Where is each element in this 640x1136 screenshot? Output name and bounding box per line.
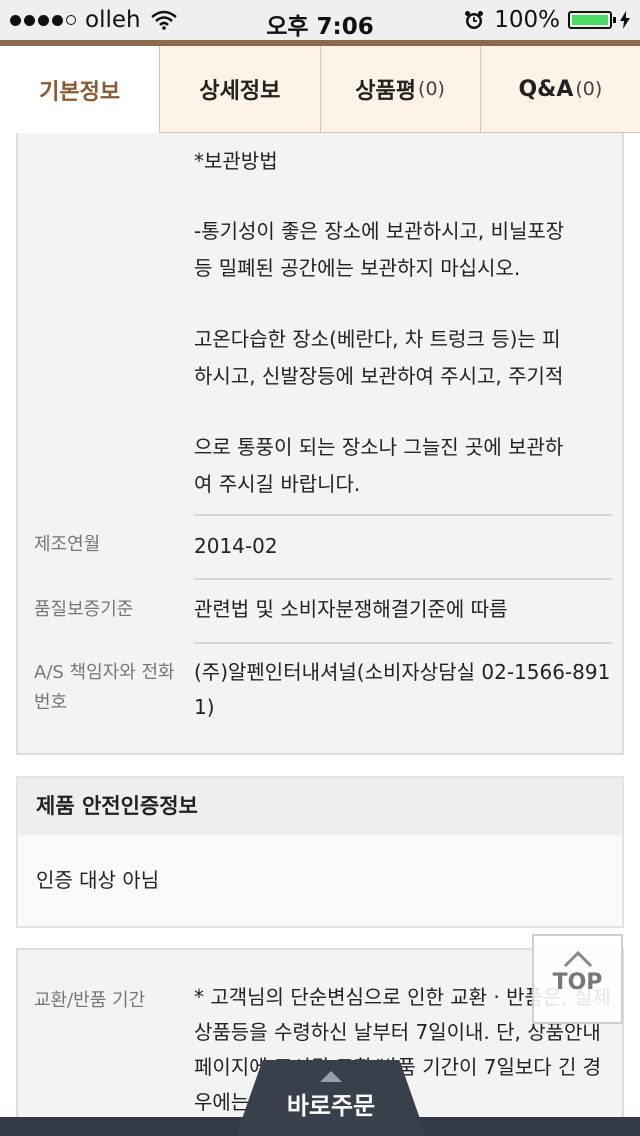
row-label: 품질보증기준 (34, 599, 134, 620)
row-divider (194, 642, 612, 644)
tab-label: Q&A (518, 76, 574, 102)
scroll-top-button[interactable]: TOP (532, 934, 623, 1024)
battery-tip (613, 17, 616, 23)
battery-icon (568, 11, 616, 29)
storage-line: 등 밀폐된 공간에는 보관하지 마십시오. (194, 256, 521, 280)
status-bar: olleh 오후 7:06 100% (0, 0, 640, 40)
safety-cert-value: 인증 대상 아님 (18, 835, 622, 926)
battery-fill (572, 15, 608, 25)
product-info-table: *보관방법 -통기성이 좋은 장소에 보관하시고, 비닐포장 등 밀폐된 공간에… (16, 133, 624, 755)
row-divider (194, 514, 612, 516)
tab-label: 상세정보 (199, 79, 281, 104)
storage-paragraph: 고온다습한 장소(베란다, 차 트렁크 등)는 피 하시고, 신발장등에 보관하… (194, 321, 614, 395)
tab-detail-info[interactable]: 상세정보 (159, 46, 320, 133)
exchange-label: 교환/반품 기간 (34, 990, 146, 1011)
row-value: 관련법 및 소비자분쟁해결기준에 따름 (194, 597, 508, 621)
row-divider (194, 578, 612, 580)
row-label: A/S 책임자와 전화번호 (34, 662, 175, 713)
row-label: 제조연월 (34, 534, 101, 555)
tab-bar: 기본정보 상세정보 상품평 (0) Q&A (0) (0, 46, 640, 133)
tab-label: 기본정보 (39, 79, 121, 105)
tab-count: (0) (575, 78, 603, 100)
caret-up-icon (320, 1071, 342, 1082)
battery-percent: 100% (494, 7, 560, 33)
status-right: 100% (464, 7, 630, 33)
storage-line: -통기성이 좋은 장소에 보관하시고, 비닐포장 (194, 219, 565, 243)
row-value: (주)알펜인터내셔널(소비자상담실 02-1566-8911) (194, 660, 611, 719)
storage-line: 하시고, 신발장등에 보관하여 주시고, 주기적 (194, 364, 564, 388)
storage-line: 으로 통풍이 되는 장소나 그늘진 곳에 보관하 (194, 435, 564, 459)
order-now-label: 바로주문 (286, 1092, 376, 1120)
tab-label: 상품평 (355, 79, 417, 104)
storage-heading: *보관방법 (194, 149, 278, 173)
tab-basic-info[interactable]: 기본정보 (0, 46, 160, 133)
storage-line: 여 주시길 바랍니다. (194, 472, 361, 496)
storage-paragraph: -통기성이 좋은 장소에 보관하시고, 비닐포장 등 밀폐된 공간에는 보관하지… (194, 213, 614, 287)
tab-count: (0) (418, 78, 445, 100)
charging-icon (620, 11, 630, 29)
safety-cert-title: 제품 안전인증정보 (18, 778, 622, 835)
storage-line: 고온다습한 장소(베란다, 차 트렁크 등)는 피 (194, 327, 561, 351)
alarm-icon (465, 11, 484, 29)
chevron-up-icon (563, 950, 592, 968)
tab-reviews[interactable]: 상품평 (0) (319, 46, 480, 133)
storage-paragraph: 으로 통풍이 되는 장소나 그늘진 곳에 보관하 여 주시길 바랍니다. (194, 429, 614, 503)
tab-qna[interactable]: Q&A (0) (479, 46, 640, 133)
order-now-button[interactable]: 바로주문 (236, 1060, 426, 1136)
row-value: 2014-02 (194, 534, 278, 558)
scroll-top-label: TOP (552, 970, 603, 995)
safety-cert-section: 제품 안전인증정보 인증 대상 아님 (16, 776, 624, 928)
